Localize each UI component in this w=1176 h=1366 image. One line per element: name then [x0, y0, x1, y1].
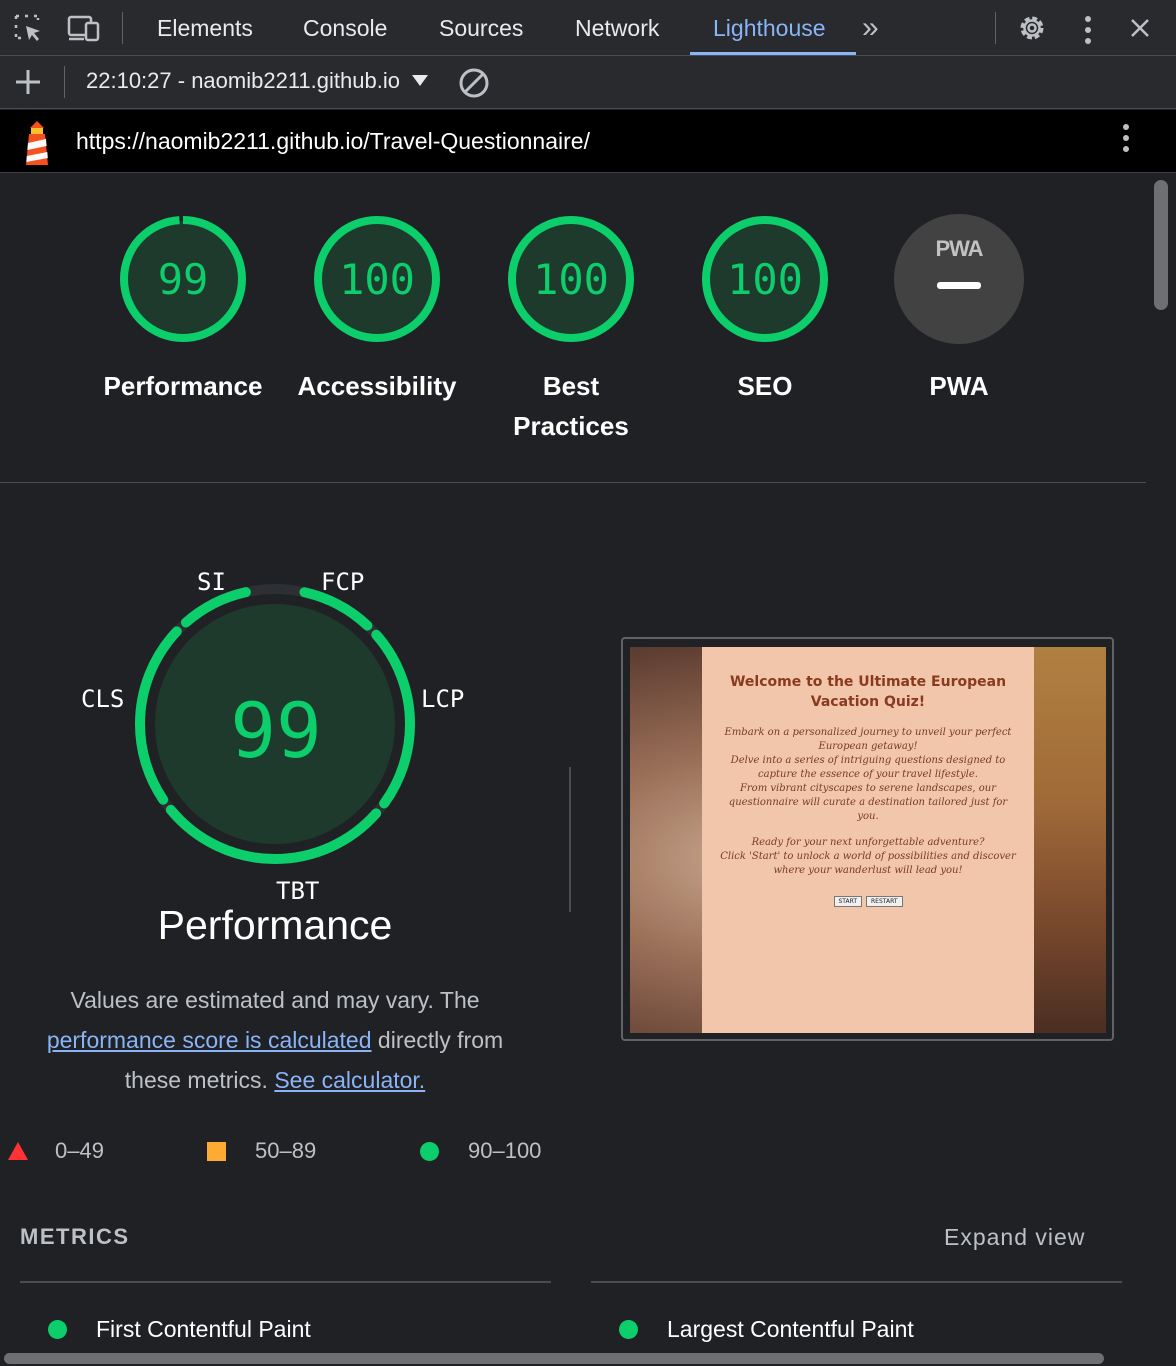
legend-pass: 90–100: [420, 1136, 541, 1166]
block-icon[interactable]: [457, 66, 491, 100]
inspect-element-icon[interactable]: [4, 0, 52, 56]
chevron-down-icon[interactable]: [412, 75, 428, 86]
metric-first-contentful-paint: First Contentful Paint: [48, 1314, 311, 1344]
vertical-scrollbar[interactable]: [1148, 174, 1176, 1366]
gauge-ring: 100: [700, 214, 830, 344]
legend-average: 50–89: [207, 1136, 316, 1166]
toolbar-divider: [64, 66, 65, 98]
see-calculator-link[interactable]: See calculator.: [274, 1067, 425, 1093]
tab-lighthouse[interactable]: Lighthouse: [713, 0, 826, 56]
gauge-label: PWA: [929, 371, 989, 401]
metric-label: Largest Contentful Paint: [667, 1315, 914, 1342]
metric-tag-fcp[interactable]: FCP: [321, 568, 364, 596]
report-selector[interactable]: 22:10:27 - naomib2211.github.io: [86, 68, 408, 94]
pass-circle-icon: [48, 1319, 67, 1339]
performance-score: 99: [230, 685, 322, 775]
gauge-ring: 100: [312, 214, 442, 344]
legend-range: 90–100: [468, 1138, 542, 1163]
triangle-icon: [8, 1142, 28, 1160]
metric-label: First Contentful Paint: [96, 1315, 311, 1342]
gear-icon[interactable]: [1008, 0, 1056, 56]
gauge-score: 100: [533, 254, 609, 304]
close-icon[interactable]: [1116, 0, 1164, 56]
quiz-line: From vibrant cityscapes to serene landsc…: [728, 783, 1008, 822]
metrics-divider-right: [591, 1281, 1122, 1283]
metric-largest-contentful-paint: Largest Contentful Paint: [619, 1314, 914, 1344]
pwa-dash-icon: [937, 282, 981, 289]
tab-sources[interactable]: Sources: [439, 0, 523, 56]
performance-title: Performance: [157, 902, 393, 948]
plus-icon[interactable]: [12, 66, 44, 98]
circle-icon: [420, 1141, 439, 1161]
quiz-panel: Welcome to the Ultimate European Vacatio…: [702, 647, 1034, 1033]
gauge-accessibility[interactable]: 100 Accessibility: [287, 214, 467, 406]
pwa-badge-text: PWA: [935, 236, 983, 261]
horizontal-scroll-thumb[interactable]: [4, 1353, 1104, 1364]
section-divider: [0, 482, 1146, 483]
pwa-badge: PWA: [894, 214, 1024, 344]
gauge-label: Best Practices: [513, 371, 629, 441]
gauge-best-practices[interactable]: 100 Best Practices: [481, 214, 661, 446]
lighthouse-toolbar: 22:10:27 - naomib2211.github.io: [0, 56, 1176, 109]
quiz-line: Click 'Start' to unlock a world of possi…: [720, 851, 1016, 876]
tab-elements[interactable]: Elements: [157, 0, 253, 56]
expand-view-toggle[interactable]: Expand view: [944, 1224, 1085, 1251]
final-screenshot[interactable]: Welcome to the Ultimate European Vacatio…: [621, 637, 1114, 1041]
square-icon: [207, 1141, 226, 1161]
quiz-start-button: START: [833, 896, 863, 907]
metric-tag-tbt[interactable]: TBT: [276, 877, 319, 905]
active-tab-indicator: [690, 52, 856, 55]
screenshot-image: Welcome to the Ultimate European Vacatio…: [630, 647, 1106, 1033]
lighthouse-logo-icon: [20, 119, 54, 167]
metric-tag-cls[interactable]: CLS: [81, 685, 124, 713]
screenshot-map-background: [1026, 647, 1106, 1033]
legend-fail: 0–49: [8, 1136, 104, 1166]
quiz-buttons: START RESTART: [702, 896, 1034, 907]
report-content: 99 Performance 100 Accessibility 100 Bes…: [0, 174, 1146, 1366]
report-url-bar: https://naomib2211.github.io/Travel-Ques…: [0, 110, 1176, 173]
gauge-label: Performance: [103, 371, 263, 401]
devtools-tabbar: Elements Console Sources Network Lightho…: [0, 0, 1176, 56]
gauge-seo[interactable]: 100 SEO: [675, 214, 855, 406]
device-toolbar-icon[interactable]: [60, 0, 108, 56]
legend-range: 0–49: [55, 1138, 104, 1163]
legend-range: 50–89: [255, 1138, 317, 1163]
report-menu-icon[interactable]: [1122, 124, 1130, 152]
quiz-body: Embark on a personalized journey to unve…: [702, 726, 1034, 878]
pass-circle-icon: [619, 1319, 638, 1339]
report-url: https://naomib2211.github.io/Travel-Ques…: [76, 128, 590, 154]
tabbar-divider: [122, 12, 123, 44]
vertical-scroll-thumb[interactable]: [1154, 180, 1168, 310]
horizontal-scrollbar[interactable]: [0, 1350, 1148, 1366]
metrics-heading: METRICS: [20, 1224, 130, 1249]
gauge-score: 100: [339, 254, 415, 304]
score-calculated-link[interactable]: performance score is calculated: [47, 1027, 372, 1053]
quiz-restart-button: RESTART: [866, 896, 903, 907]
tabbar-divider-right: [995, 12, 996, 44]
quiz-line: Delve into a series of intriguing questi…: [730, 755, 1006, 780]
quiz-title: Welcome to the Ultimate European Vacatio…: [729, 674, 1007, 710]
tab-console[interactable]: Console: [303, 0, 387, 56]
gauge-pwa[interactable]: PWA PWA: [869, 214, 1049, 406]
performance-description: Values are estimated and may vary. The p…: [20, 980, 530, 1100]
gauge-ring: 99: [118, 214, 248, 344]
vertical-divider: [569, 767, 571, 912]
gauge-score: 100: [727, 254, 803, 304]
metrics-divider-left: [20, 1281, 551, 1283]
gauge-ring: 100: [506, 214, 636, 344]
gauge-label: SEO: [737, 371, 793, 401]
gauge-score: 99: [157, 254, 209, 304]
devtools-menu-icon[interactable]: [1084, 16, 1092, 44]
gauge-performance[interactable]: 99 Performance: [93, 214, 273, 406]
more-tabs-icon[interactable]: »: [862, 0, 879, 56]
metric-tag-lcp[interactable]: LCP: [421, 685, 464, 713]
gauge-label: Accessibility: [297, 371, 457, 401]
quiz-line: Ready for your next unforgettable advent…: [751, 837, 985, 848]
desc-text-1: Values are estimated and may vary. The: [70, 987, 480, 1013]
metric-tag-si[interactable]: SI: [197, 568, 226, 596]
tab-network[interactable]: Network: [575, 0, 659, 56]
quiz-line: Embark on a personalized journey to unve…: [724, 727, 1012, 752]
